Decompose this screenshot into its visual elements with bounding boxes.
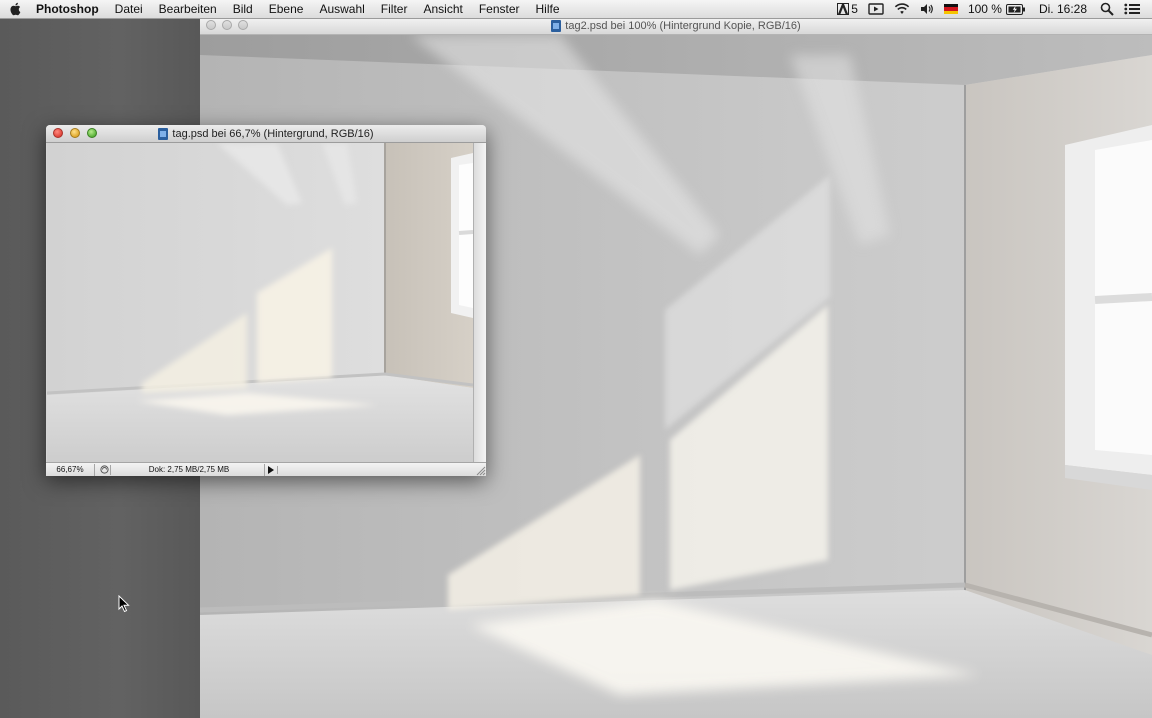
flag-de-icon[interactable] [939, 4, 963, 14]
menu-auswahl[interactable]: Auswahl [311, 0, 372, 18]
menu-ansicht[interactable]: Ansicht [415, 0, 470, 18]
status-bar: 66,67% Dok: 2,75 MB/2,75 MB [46, 462, 486, 476]
battery-status[interactable]: 100 % [963, 2, 1031, 16]
adobe-count: 5 [851, 2, 858, 16]
battery-icon [1005, 3, 1025, 15]
wifi-icon[interactable] [889, 3, 915, 15]
window-controls [206, 20, 248, 30]
resize-grip-icon[interactable] [474, 464, 486, 476]
zoom-button[interactable] [87, 128, 97, 138]
status-info-icon[interactable] [98, 464, 111, 475]
menu-bild[interactable]: Bild [225, 0, 261, 18]
document-size: Dok: 2,75 MB/2,75 MB [114, 463, 265, 476]
menu-bearbeiten[interactable]: Bearbeiten [151, 0, 225, 18]
close-button[interactable] [53, 128, 63, 138]
window-controls [53, 128, 97, 138]
screen-record-icon[interactable] [863, 3, 889, 15]
window-titlebar[interactable]: tag2.psd bei 100% (Hintergrund Kopie, RG… [200, 18, 1152, 35]
status-menu-arrow[interactable] [265, 465, 278, 474]
room-render-image [47, 143, 473, 462]
menu-fenster[interactable]: Fenster [471, 0, 528, 18]
mouse-cursor-icon [118, 595, 130, 613]
document-window-tag: tag.psd bei 66,7% (Hintergrund, RGB/16) [46, 125, 486, 476]
vertical-scrollbar[interactable] [473, 143, 486, 462]
arrow-right-icon [268, 465, 274, 474]
minimize-button[interactable] [70, 128, 80, 138]
adobe-icon [837, 3, 850, 15]
window-title: tag.psd bei 66,7% (Hintergrund, RGB/16) [172, 127, 374, 140]
menu-datei[interactable]: Datei [107, 0, 151, 18]
menu-ebene[interactable]: Ebene [261, 0, 312, 18]
menu-filter[interactable]: Filter [373, 0, 416, 18]
document-canvas[interactable] [47, 143, 473, 462]
volume-icon[interactable] [915, 3, 939, 15]
spotlight-search-icon[interactable] [1095, 2, 1119, 16]
window-title: tag2.psd bei 100% (Hintergrund Kopie, RG… [565, 20, 801, 32]
apple-icon[interactable] [0, 2, 30, 16]
document-icon [551, 20, 562, 32]
menu-hilfe[interactable]: Hilfe [528, 0, 568, 18]
window-titlebar[interactable]: tag.psd bei 66,7% (Hintergrund, RGB/16) [46, 125, 486, 143]
notification-center-icon[interactable] [1119, 3, 1152, 15]
zoom-level-field[interactable]: 66,67% [46, 463, 95, 476]
close-button[interactable] [206, 20, 216, 30]
clock[interactable]: Di. 16:28 [1031, 2, 1095, 16]
battery-percent: 100 % [967, 2, 1002, 16]
minimize-button[interactable] [222, 20, 232, 30]
document-icon [158, 127, 169, 140]
zoom-button[interactable] [238, 20, 248, 30]
adobe-status[interactable]: 5 [832, 2, 863, 16]
menu-bar: Photoshop Datei Bearbeiten Bild Ebene Au… [0, 0, 1152, 19]
menu-extras: 5 100 % Di. 16:28 [832, 0, 1152, 18]
menu-photoshop[interactable]: Photoshop [30, 0, 107, 18]
